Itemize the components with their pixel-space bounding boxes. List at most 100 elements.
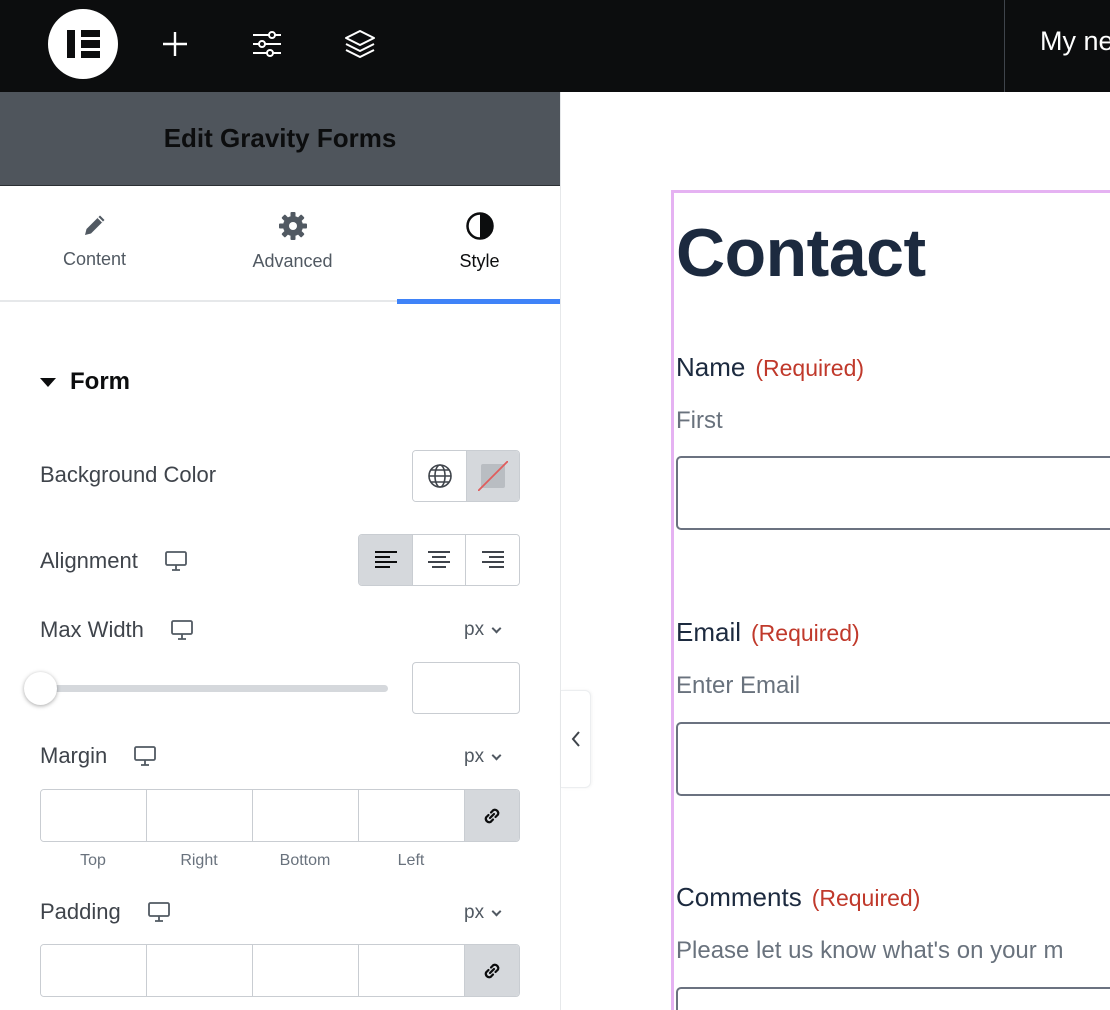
alignment-label: Alignment [40,548,188,574]
desktop-icon[interactable] [147,901,171,923]
background-color-control [412,450,520,502]
margin-right-input[interactable] [147,790,253,841]
structure-button[interactable] [338,22,382,66]
alignment-control [358,534,520,586]
sliders-icon [253,31,281,57]
form-title: Contact [676,215,926,291]
padding-link-button[interactable] [465,945,519,996]
caret-down-icon [40,377,56,387]
document-title[interactable]: My ne [1040,26,1110,57]
padding-right-input[interactable] [147,945,253,996]
margin-link-button[interactable] [465,790,519,841]
margin-unit-select[interactable]: px [464,746,502,768]
link-icon [484,808,500,823]
email-sublabel: Enter Email [676,672,801,699]
topbar-divider [1004,0,1005,92]
name-field-label: Name (Required) [676,352,864,383]
margin-label-text: Margin [40,743,108,768]
comments-description: Please let us know what's on your m [676,937,1064,964]
email-field-label: Email (Required) [676,617,860,648]
panel-title: Edit Gravity Forms [163,123,397,153]
name-label-text: Name [676,352,746,382]
padding-left-input[interactable] [359,945,465,996]
margin-label: Margin [40,743,157,769]
email-input[interactable] [676,722,1110,796]
panel-header: Edit Gravity Forms [0,92,560,186]
color-picker-button[interactable] [467,451,519,501]
max-width-slider-track[interactable] [40,685,388,692]
comments-field-label: Comments (Required) [676,882,920,913]
chevron-left-icon [571,731,580,747]
margin-bottom-label: Bottom [279,852,331,869]
first-name-sublabel: First [676,407,723,434]
email-required-badge: (Required) [751,620,860,646]
panel-tabs: Content Advanced Style [0,186,560,304]
elementor-logo-icon[interactable] [48,9,118,79]
background-color-label-text: Background Color [40,462,217,487]
globe-icon [427,464,452,488]
max-width-input[interactable] [412,662,520,714]
chevron-down-icon [491,750,502,760]
plus-icon [163,32,187,56]
padding-label-text: Padding [40,899,121,924]
margin-right-label: Right [180,852,218,869]
site-settings-button[interactable] [245,22,289,66]
add-element-button[interactable] [153,22,197,66]
margin-unit-text: px [464,746,485,767]
padding-bottom-input[interactable] [253,945,359,996]
tab-style[interactable]: Style [397,186,560,304]
margin-bottom-input[interactable] [253,790,359,841]
desktop-icon[interactable] [133,745,157,767]
background-color-label: Background Color [40,462,216,488]
link-icon [484,963,500,978]
top-bar: My ne [0,0,1110,92]
margin-left-label: Left [397,852,425,869]
half-circle-icon [465,212,494,240]
pencil-icon [84,215,104,235]
padding-label: Padding [40,899,171,925]
first-name-input[interactable] [676,456,1110,530]
padding-unit-select[interactable]: px [464,902,502,924]
align-right-button[interactable] [466,535,519,585]
comments-required-badge: (Required) [811,885,921,911]
tab-advanced-label: Advanced [252,251,333,271]
margin-side-labels: Top Right Bottom Left [40,852,466,870]
align-left-button[interactable] [359,535,413,585]
max-width-unit-select[interactable]: px [464,619,502,641]
email-label-text: Email [676,617,742,647]
margin-top-label: Top [80,852,106,869]
tab-advanced[interactable]: Advanced [210,186,375,302]
tab-content-label: Content [62,249,127,269]
global-colors-button[interactable] [413,451,467,501]
max-width-unit-text: px [464,619,485,640]
editor-panel: Edit Gravity Forms Content Advanced Styl… [0,92,561,1010]
max-width-label: Max Width [40,617,194,643]
align-center-icon [428,551,450,568]
max-width-label-text: Max Width [40,617,144,642]
gear-icon [278,212,307,240]
desktop-icon[interactable] [164,550,188,572]
align-left-icon [374,551,397,568]
align-right-icon [481,551,504,568]
tab-content[interactable]: Content [12,186,177,302]
section-form-toggle[interactable]: Form [40,368,130,396]
section-form-title: Form [70,368,130,395]
layers-icon [345,30,375,58]
margin-left-input[interactable] [359,790,465,841]
margin-dimensions [40,789,520,842]
collapse-panel-button[interactable] [561,690,591,788]
comments-textarea[interactable] [676,987,1110,1010]
desktop-icon[interactable] [170,619,194,641]
padding-top-input[interactable] [41,945,147,996]
alignment-label-text: Alignment [40,548,138,573]
padding-unit-text: px [464,902,485,923]
margin-top-input[interactable] [41,790,147,841]
align-center-button[interactable] [413,535,466,585]
chevron-down-icon [491,623,502,633]
chevron-down-icon [491,906,502,916]
padding-dimensions [40,944,520,997]
max-width-slider-handle[interactable] [24,672,57,705]
no-color-swatch-icon [478,461,508,491]
comments-label-text: Comments [676,882,802,912]
tab-style-label: Style [459,251,500,271]
